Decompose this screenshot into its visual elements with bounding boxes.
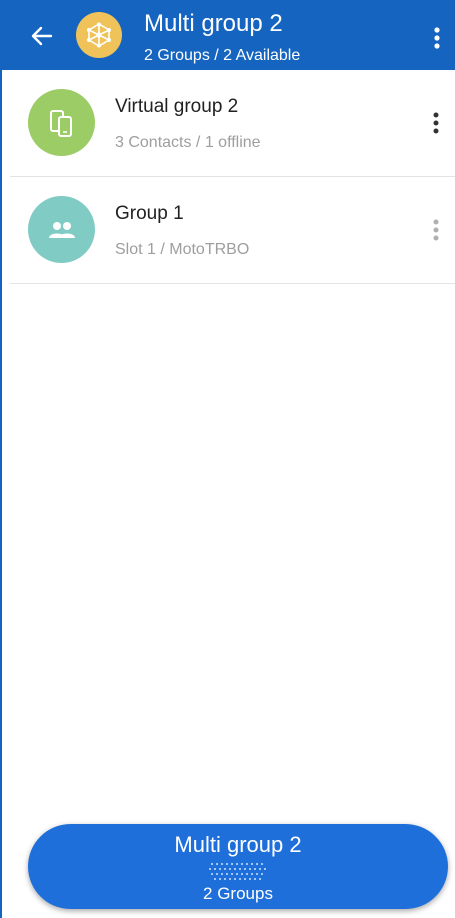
people-icon (48, 221, 75, 238)
page-subtitle: 2 Groups / 2 Available (144, 47, 301, 64)
item-menu-button[interactable] (424, 105, 448, 141)
list-item-virtual-group-2[interactable]: Virtual group 2 3 Contacts / 1 offline (10, 70, 455, 177)
page-title: Multi group 2 (144, 10, 283, 37)
more-vert-icon (433, 219, 439, 241)
mobile-devices-icon (49, 109, 72, 137)
left-edge-accent (0, 0, 2, 918)
arrow-back-icon (31, 26, 53, 46)
list-item-title: Group 1 (115, 203, 184, 224)
multi-group-ptt-bar[interactable]: Multi group 2 2 Groups (28, 824, 448, 909)
back-button[interactable] (22, 18, 62, 54)
more-vert-icon (434, 27, 440, 49)
app-bar: Multi group 2 2 Groups / 2 Available (0, 0, 455, 70)
bottom-bar-title: Multi group 2 (174, 832, 302, 857)
list-item-group-1[interactable]: Group 1 Slot 1 / MotoTRBO (10, 177, 455, 284)
more-vert-icon (433, 112, 439, 134)
group-list: Virtual group 2 3 Contacts / 1 offline G… (10, 70, 455, 284)
list-item-subtitle: Slot 1 / MotoTRBO (115, 241, 250, 258)
overflow-menu-button[interactable] (422, 20, 452, 56)
list-item-subtitle: 3 Contacts / 1 offline (115, 134, 261, 151)
drag-handle-dots-icon (206, 861, 270, 881)
bottom-bar-subtitle: 2 Groups (203, 884, 273, 903)
multi-group-network-icon (87, 22, 111, 48)
group-avatar (28, 196, 95, 263)
list-item-title: Virtual group 2 (115, 96, 239, 117)
item-menu-button[interactable] (424, 212, 448, 248)
multi-group-avatar (76, 12, 122, 58)
group-avatar (28, 89, 95, 156)
